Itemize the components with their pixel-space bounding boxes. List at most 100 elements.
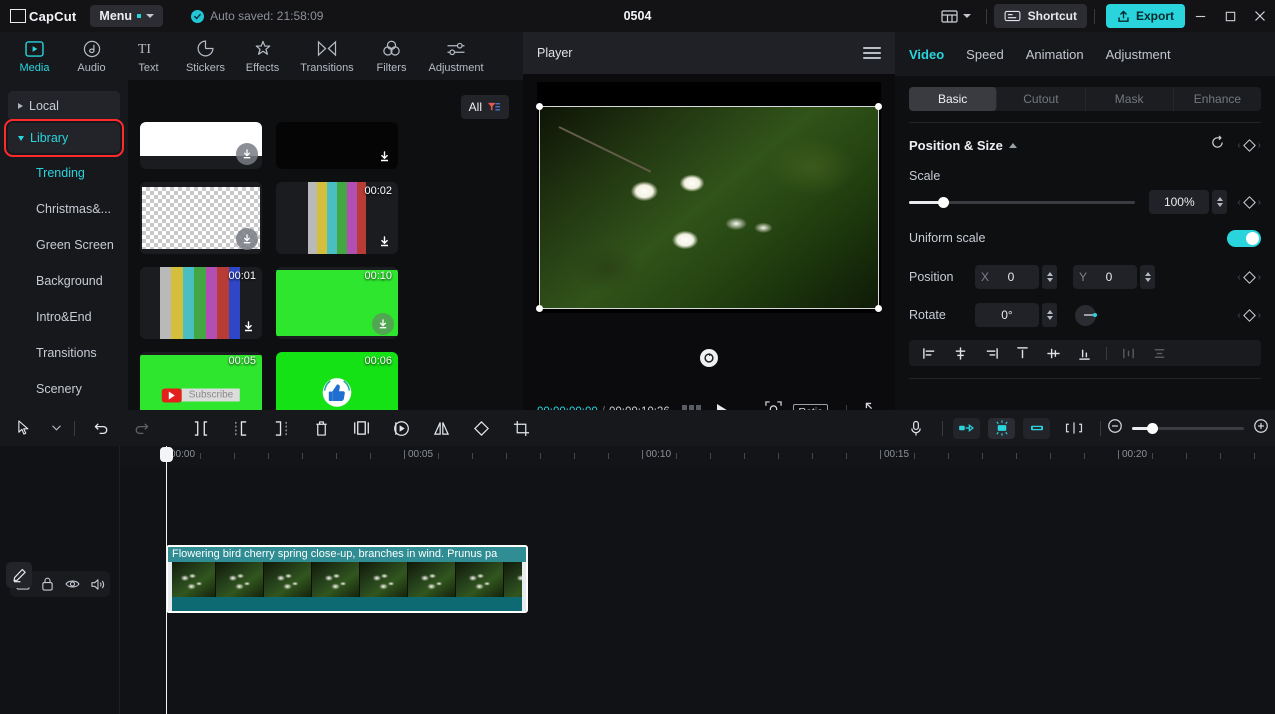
resize-handle-br[interactable] (875, 305, 882, 312)
tab-transitions[interactable]: Transitions (291, 33, 363, 79)
close-button[interactable] (1245, 0, 1275, 32)
tab-media[interactable]: Media (6, 33, 63, 79)
keyframe-prev-icon[interactable]: ‹ (1237, 310, 1240, 321)
keyframe-icon[interactable] (1242, 308, 1256, 322)
download-icon[interactable] (236, 228, 258, 250)
export-button[interactable]: Export (1105, 4, 1185, 28)
rotate-dial[interactable] (1075, 304, 1097, 326)
keyframe-prev-button[interactable] (953, 417, 980, 439)
timeline-clip[interactable]: Flowering bird cherry spring close-up, b… (166, 545, 528, 613)
download-icon[interactable] (236, 143, 258, 165)
zoom-in-icon[interactable] (1253, 418, 1269, 439)
align-right-icon[interactable] (977, 340, 1006, 366)
split-marker-button[interactable] (1054, 410, 1094, 446)
clip-trim-handle-left[interactable] (168, 562, 172, 611)
keyframe-icon[interactable] (1242, 195, 1256, 209)
keyframe-prev-icon[interactable]: ‹ (1237, 197, 1240, 208)
tab-speed[interactable]: Speed (966, 47, 1004, 62)
resize-handle-bl[interactable] (536, 305, 543, 312)
reset-icon[interactable] (1210, 135, 1225, 155)
player-canvas[interactable] (536, 82, 882, 313)
select-tool-button[interactable] (4, 410, 44, 446)
rotate-button[interactable] (461, 410, 501, 446)
sidebar-group-local[interactable]: Local (8, 91, 120, 121)
playhead[interactable] (160, 446, 173, 714)
keyframe-next-button[interactable] (1023, 417, 1050, 439)
redo-button[interactable] (121, 410, 161, 446)
timeline-ruler[interactable]: 00:00 00:05 00:10 00:15 00:20 (120, 446, 1275, 468)
keyframe-next-icon[interactable]: › (1258, 197, 1261, 208)
sidebar-item-christmas[interactable]: Christmas&... (8, 191, 120, 227)
filter-all-button[interactable]: All (460, 95, 509, 119)
sidebar-item-transitions[interactable]: Transitions (8, 335, 120, 371)
player-menu-icon[interactable] (863, 47, 881, 59)
download-icon[interactable] (376, 233, 392, 249)
align-left-icon[interactable] (915, 340, 944, 366)
eye-icon[interactable] (63, 574, 83, 594)
segment-cutout[interactable]: Cutout (997, 87, 1086, 111)
tab-effects[interactable]: Effects (234, 33, 291, 79)
tab-filters[interactable]: Filters (363, 33, 420, 79)
keyframe-icon[interactable] (1242, 270, 1256, 284)
maximize-button[interactable] (1215, 0, 1245, 32)
timeline-zoom-slider[interactable] (1132, 422, 1244, 434)
resize-handle-tl[interactable] (536, 103, 543, 110)
media-item[interactable] (276, 122, 398, 169)
mirror-button[interactable] (421, 410, 461, 446)
keyframe-next-icon[interactable]: › (1258, 272, 1261, 283)
tab-audio[interactable]: Audio (63, 33, 120, 79)
rotate-stepper[interactable] (1042, 303, 1057, 327)
chevron-up-icon[interactable] (1008, 142, 1017, 148)
keyframe-next-icon[interactable]: › (1258, 310, 1261, 321)
layout-button[interactable] (933, 9, 979, 23)
minimize-button[interactable] (1185, 0, 1215, 32)
rotate-input[interactable]: 0° (975, 303, 1039, 327)
trim-end-button[interactable] (261, 410, 301, 446)
zoom-out-icon[interactable] (1107, 418, 1123, 439)
media-item[interactable]: 00:02 (276, 182, 398, 254)
download-icon[interactable] (240, 318, 256, 334)
clip-trim-handle-right[interactable] (522, 562, 526, 611)
rotate-handle-icon[interactable] (700, 349, 718, 367)
sidebar-item-trending[interactable]: Trending (8, 155, 120, 191)
lock-icon[interactable] (38, 574, 58, 594)
distribute-vertical-icon[interactable] (1145, 340, 1174, 366)
align-bottom-icon[interactable] (1070, 340, 1099, 366)
keyframe-add-button[interactable] (988, 417, 1015, 439)
uniform-scale-toggle[interactable] (1227, 229, 1261, 247)
media-item[interactable] (140, 122, 262, 169)
freeze-frame-button[interactable] (341, 410, 381, 446)
resize-handle-tr[interactable] (875, 103, 882, 110)
position-y-input[interactable]: Y 0 (1073, 265, 1137, 289)
split-button[interactable] (181, 410, 221, 446)
position-y-stepper[interactable] (1140, 265, 1155, 289)
scale-stepper[interactable] (1212, 190, 1228, 214)
menu-button[interactable]: Menu (90, 5, 164, 27)
media-item[interactable]: 00:01 (140, 267, 262, 339)
position-x-stepper[interactable] (1042, 265, 1057, 289)
sidebar-item-scenery[interactable]: Scenery (8, 371, 120, 407)
keyframe-next-icon[interactable]: › (1258, 140, 1261, 151)
position-keyframe[interactable]: ‹ › (1237, 270, 1261, 284)
sidebar-group-library[interactable]: Library (4, 119, 124, 157)
download-icon[interactable] (372, 313, 394, 335)
media-item[interactable]: 00:10 (276, 267, 398, 339)
shortcut-button[interactable]: Shortcut (993, 4, 1087, 28)
rotate-keyframe[interactable]: ‹ › (1237, 308, 1261, 322)
keyframe-control[interactable]: ‹ › (1237, 138, 1261, 152)
segment-enhance[interactable]: Enhance (1174, 87, 1261, 111)
tab-animation[interactable]: Animation (1026, 47, 1084, 62)
align-center-vertical-icon[interactable] (1039, 340, 1068, 366)
tab-video[interactable]: Video (909, 47, 944, 62)
sidebar-item-intro-end[interactable]: Intro&End (8, 299, 120, 335)
edit-track-button[interactable] (6, 562, 32, 588)
volume-icon[interactable] (88, 574, 108, 594)
position-x-input[interactable]: X 0 (975, 265, 1039, 289)
keyframe-prev-icon[interactable]: ‹ (1237, 140, 1240, 151)
media-item[interactable] (140, 182, 262, 254)
tab-stickers[interactable]: Stickers (177, 33, 234, 79)
align-center-horizontal-icon[interactable] (946, 340, 975, 366)
tab-adjustment[interactable]: Adjustment (420, 33, 492, 79)
record-audio-button[interactable] (896, 410, 936, 446)
segment-basic[interactable]: Basic (909, 87, 998, 111)
